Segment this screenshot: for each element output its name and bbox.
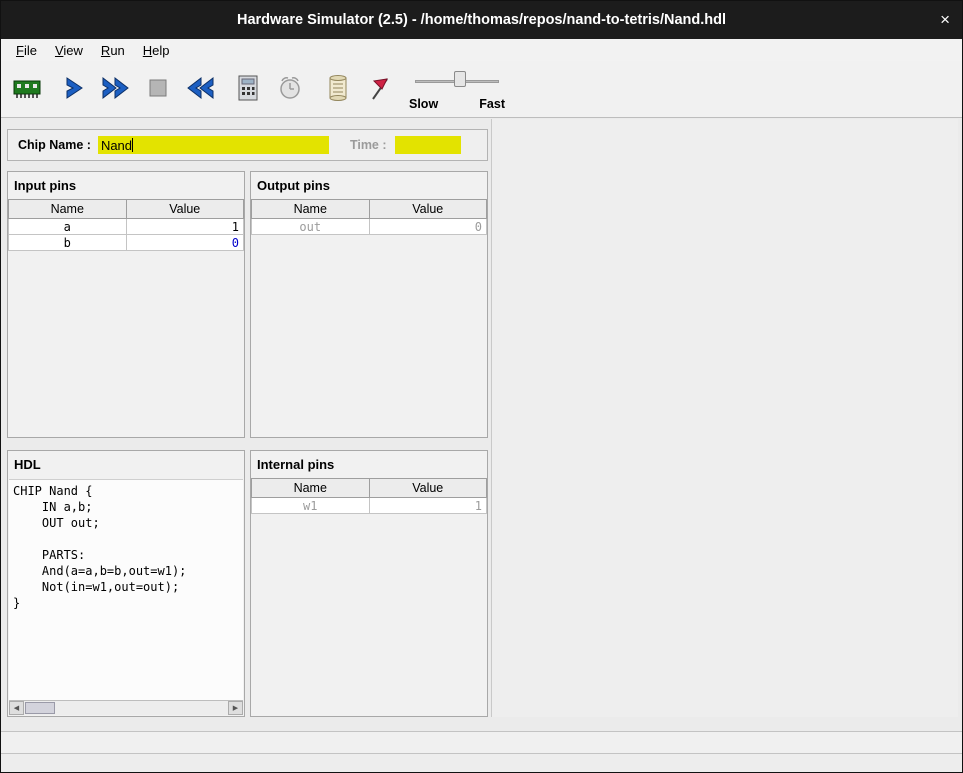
input-pins-title: Input pins [8,172,244,199]
menu-view[interactable]: View [46,41,92,60]
hdl-panel: HDL CHIP Nand { IN a,b; OUT out; PARTS: … [7,450,245,717]
clock-icon [276,74,304,102]
menu-bar: File View Run Help [1,39,962,61]
pin-value-cell: 1 [369,498,487,514]
pin-value-cell: 0 [369,219,487,235]
hdl-horizontal-scrollbar[interactable]: ◀ ▶ [9,700,243,715]
scrollbar-track[interactable] [24,701,228,715]
screen-view-panel [491,119,958,717]
stop-button[interactable] [142,70,174,106]
chip-name-label: Chip Name : [18,138,91,152]
fast-forward-icon [100,76,132,100]
pin-name-cell: w1 [252,498,370,514]
column-header-name: Name [9,200,127,219]
table-row: w1 1 [252,498,487,514]
app-window: Hardware Simulator (2.5) - /home/thomas/… [0,0,963,773]
table-row: a 1 [9,219,244,235]
close-button[interactable]: × [940,10,950,30]
time-label: Time : [350,138,387,152]
stop-icon [147,77,169,99]
input-pins-panel: Input pins Name Value a 1 b 0 [7,171,245,438]
table-row: b 0 [9,235,244,251]
output-pins-table: Name Value out 0 [251,199,487,235]
column-header-name: Name [252,479,370,498]
text-caret [132,138,133,152]
clock-button[interactable] [274,70,306,106]
breakpoints-button[interactable] [364,70,396,106]
chip-icon [12,74,42,102]
menu-help[interactable]: Help [134,41,179,60]
step-forward-icon [62,76,88,100]
internal-pins-table: Name Value w1 1 [251,478,487,514]
time-field [395,136,461,154]
slider-thumb[interactable] [454,71,466,87]
run-button[interactable] [100,70,132,106]
scroll-left-icon[interactable]: ◀ [9,701,24,715]
chip-name-field[interactable]: Nand [98,136,329,154]
hdl-title: HDL [8,451,244,478]
title-bar: Hardware Simulator (2.5) - /home/thomas/… [1,1,962,39]
calculator-icon [236,74,260,102]
window-title: Hardware Simulator (2.5) - /home/thomas/… [237,12,726,28]
status-bar-top [1,731,962,753]
menu-file[interactable]: File [7,41,46,60]
menu-run[interactable]: Run [92,41,134,60]
scrollbar-thumb[interactable] [25,702,55,714]
pin-name-cell: out [252,219,370,235]
scroll-icon [326,74,350,102]
speed-control: Slow Fast [409,65,505,111]
table-row: out 0 [252,219,487,235]
internal-pins-title: Internal pins [251,451,487,478]
pin-value-cell[interactable]: 0 [126,235,244,251]
rewind-button[interactable] [184,70,216,106]
hdl-code-text: CHIP Nand { IN a,b; OUT out; PARTS: And(… [9,480,243,614]
flag-icon [367,74,393,102]
speed-slider[interactable] [415,69,499,91]
column-header-value: Value [126,200,244,219]
chip-name-value: Nand [101,138,132,153]
toolbar: Slow Fast Animate: Program flow ▼ Format… [1,61,962,118]
chip-name-bar: Chip Name : Nand Time : [7,129,488,161]
pin-name-cell: b [9,235,127,251]
pin-value-cell[interactable]: 1 [126,219,244,235]
internal-pins-panel: Internal pins Name Value w1 1 [250,450,488,717]
status-bar-bottom [1,753,962,773]
column-header-name: Name [252,200,370,219]
slow-label: Slow [409,97,438,111]
output-pins-panel: Output pins Name Value out 0 [250,171,488,438]
load-chip-button[interactable] [11,70,43,106]
output-pins-title: Output pins [251,172,487,199]
scroll-right-icon[interactable]: ▶ [228,701,243,715]
column-header-value: Value [369,200,487,219]
input-pins-table: Name Value a 1 b 0 [8,199,244,251]
single-step-button[interactable] [59,70,91,106]
rewind-icon [184,76,216,100]
hdl-code-view: CHIP Nand { IN a,b; OUT out; PARTS: And(… [9,479,243,700]
evaluate-button[interactable] [232,70,264,106]
fast-label: Fast [479,97,505,111]
pin-name-cell: a [9,219,127,235]
view-script-button[interactable] [322,70,354,106]
column-header-value: Value [369,479,487,498]
